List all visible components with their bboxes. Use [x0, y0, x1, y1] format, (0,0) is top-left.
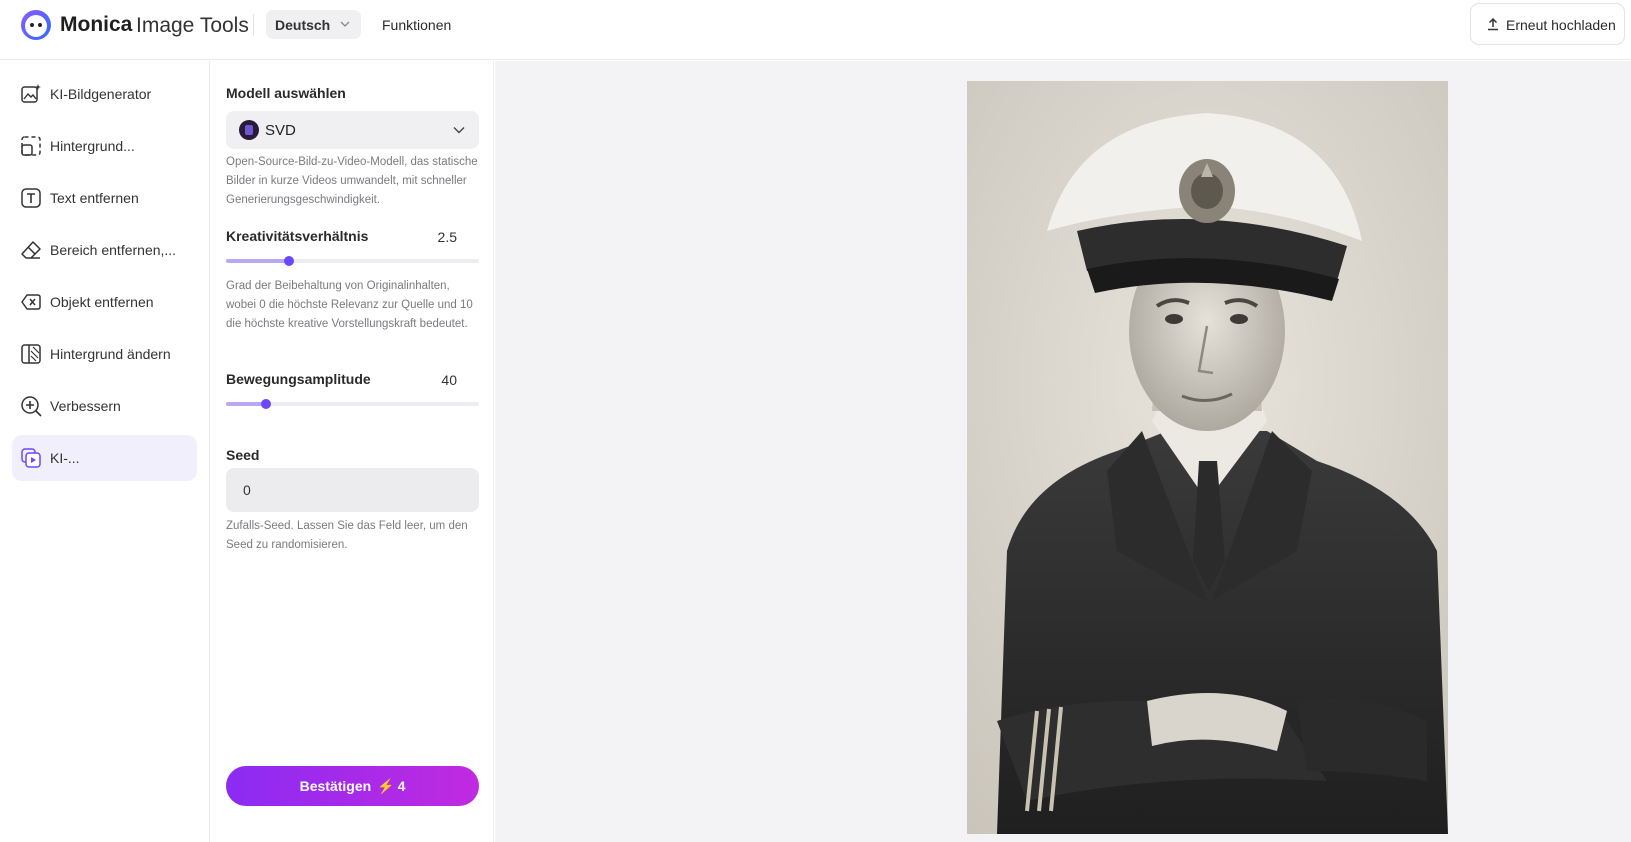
motion-amplitude-label: Bewegungsamplitude	[226, 371, 371, 387]
sidebar: KI-Bildgenerator Hintergrund... Text ent…	[0, 61, 210, 842]
image-canvas	[495, 61, 1631, 842]
model-select-label: Modell auswählen	[226, 85, 346, 101]
object-remove-icon	[21, 294, 41, 310]
language-label: Deutsch	[275, 17, 331, 33]
portrait-photo-image	[967, 81, 1448, 834]
model-select-value: SVD	[265, 122, 296, 139]
motion-slider-thumb[interactable]	[261, 399, 272, 409]
sidebar-item-label: Verbessern	[50, 398, 121, 414]
language-select[interactable]: Deutsch	[266, 10, 361, 39]
svd-model-icon	[239, 120, 259, 140]
sidebar-item-label: Text entfernen	[50, 190, 139, 206]
chevron-down-icon	[340, 21, 350, 27]
chevron-down-icon	[453, 127, 465, 134]
image-sparkle-icon	[21, 84, 41, 103]
header-divider	[253, 14, 254, 36]
eraser-icon	[21, 241, 41, 259]
seed-input[interactable]	[226, 468, 479, 512]
upload-icon	[1488, 17, 1498, 31]
text-remove-icon	[21, 188, 41, 208]
sidebar-item-background-remove[interactable]: Hintergrund...	[12, 123, 197, 169]
creativity-value: 2.5	[437, 229, 457, 245]
seed-label: Seed	[226, 447, 260, 463]
sidebar-item-label: Hintergrund...	[50, 138, 135, 154]
sidebar-item-area-remove[interactable]: Bereich entfernen,...	[12, 227, 197, 273]
sidebar-item-ai-image-generator[interactable]: KI-Bildgenerator	[12, 71, 197, 117]
uploaded-photo[interactable]	[967, 81, 1448, 834]
sidebar-item-text-remove[interactable]: Text entfernen	[12, 175, 197, 221]
motion-amplitude-slider[interactable]	[226, 399, 479, 409]
confirm-button[interactable]: Bestätigen ⚡ 4	[226, 766, 479, 806]
confirm-label: Bestätigen	[299, 777, 372, 794]
seed-description: Zufalls-Seed. Lassen Sie das Feld leer, …	[226, 520, 468, 551]
brand-subtitle: Image Tools	[136, 14, 249, 37]
lightning-icon: ⚡	[377, 777, 395, 794]
monica-logo-icon[interactable]	[20, 9, 52, 41]
sidebar-item-label: Objekt entfernen	[50, 294, 154, 310]
background-remove-icon	[21, 136, 41, 156]
creativity-slider[interactable]	[226, 256, 479, 266]
creativity-label: Kreativitätsverhältnis	[226, 228, 369, 244]
sidebar-item-label: KI-Bildgenerator	[50, 86, 152, 102]
reupload-label: Erneut hochladen	[1506, 17, 1616, 33]
sidebar-item-object-remove[interactable]: Objekt entfernen	[12, 279, 197, 325]
sidebar-item-label: Bereich entfernen,...	[50, 242, 177, 258]
top-bar: Monica Image Tools Deutsch Funktionen Er…	[0, 0, 1631, 60]
sidebar-item-label: Hintergrund ändern	[50, 346, 171, 362]
motion-amplitude-value: 40	[441, 372, 457, 388]
motion-slider-fill	[226, 402, 267, 406]
background-change-icon	[21, 344, 41, 364]
confirm-cost: 4	[397, 777, 406, 794]
creativity-slider-fill	[226, 259, 290, 263]
sidebar-item-background-change[interactable]: Hintergrund ändern	[12, 331, 197, 377]
sidebar-item-label: KI-...	[50, 450, 80, 466]
brand-name: Monica	[60, 13, 133, 36]
sidebar-item-ai-video[interactable]: KI-...	[12, 435, 197, 481]
enhance-icon	[21, 396, 42, 417]
settings-panel: Modell auswählen SVD Open-Source-Bild-zu…	[211, 61, 494, 842]
sidebar-item-enhance[interactable]: Verbessern	[12, 383, 197, 429]
nav-functions-link[interactable]: Funktionen	[382, 17, 451, 33]
creativity-description: Grad der Beibehaltung von Originalinhalt…	[226, 280, 473, 330]
model-description: Open-Source-Bild-zu-Video-Modell, das st…	[226, 156, 478, 206]
creativity-slider-thumb[interactable]	[284, 256, 295, 266]
model-select[interactable]: SVD	[226, 111, 479, 149]
reupload-button[interactable]: Erneut hochladen	[1470, 3, 1625, 45]
ai-video-icon	[21, 448, 41, 468]
